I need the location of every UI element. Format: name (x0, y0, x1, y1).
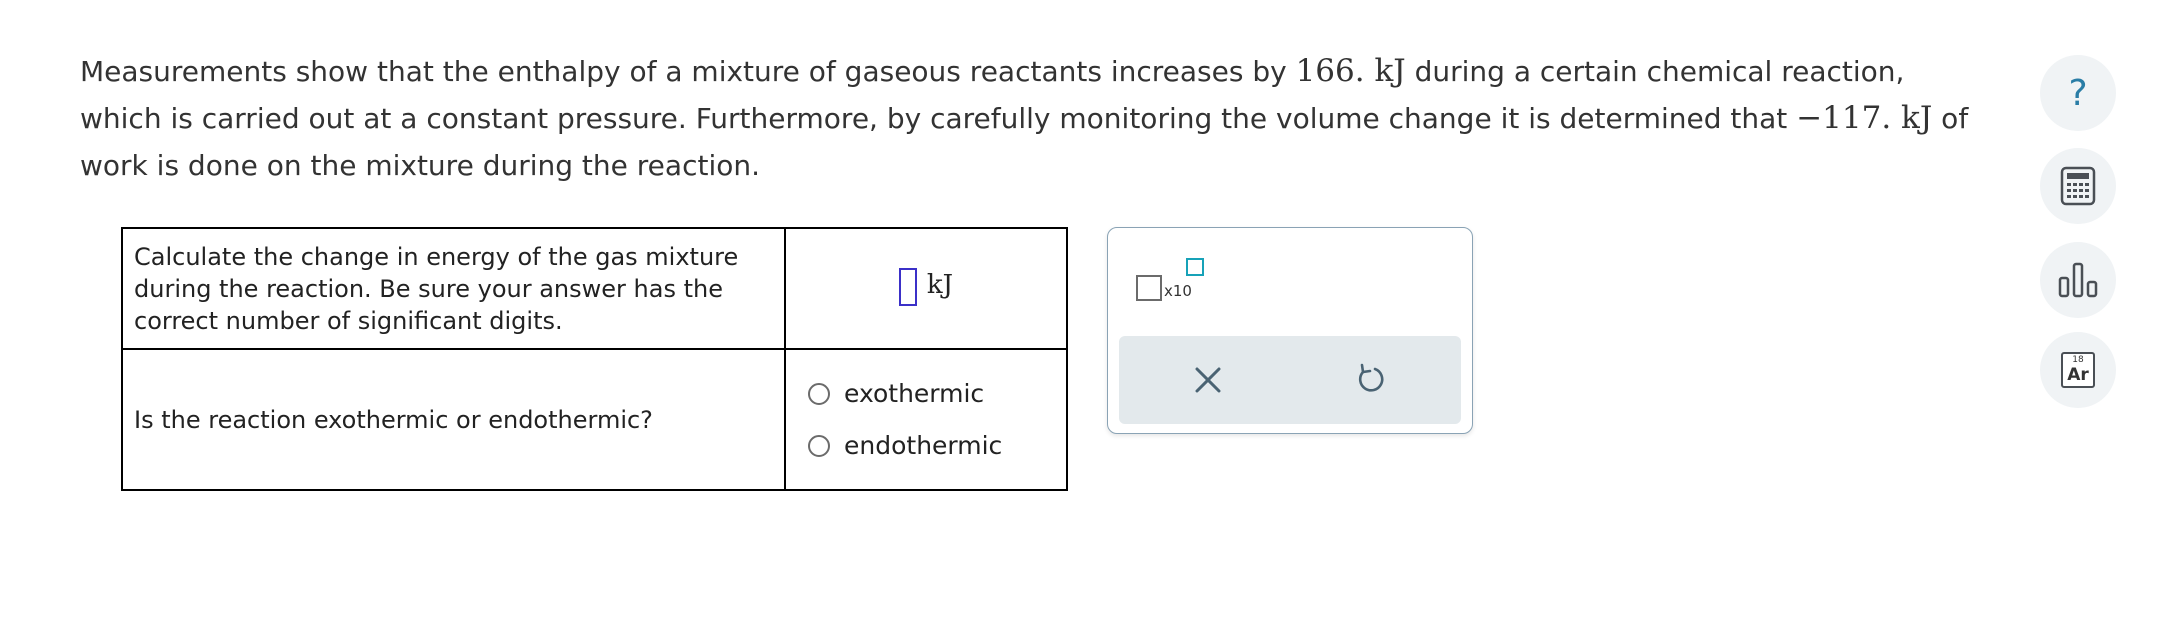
option-exothermic[interactable]: exothermic (786, 368, 1066, 420)
work-value: −117. (1796, 100, 1892, 136)
option-endothermic[interactable]: endothermic (786, 420, 1066, 472)
sci-exponent-box-icon (1186, 258, 1204, 276)
thermicity-question-text: Is the reaction exothermic or endothermi… (121, 348, 786, 491)
close-icon (1195, 367, 1221, 393)
sci-times-label: x10 (1164, 282, 1192, 300)
enthalpy-unit: kJ (1364, 53, 1406, 89)
question-table: Calculate the change in energy of the ga… (121, 227, 1068, 491)
work-unit: kJ (1891, 100, 1933, 136)
exothermic-radio[interactable] (808, 382, 830, 405)
endothermic-radio[interactable] (808, 434, 830, 457)
energy-answer-group: kJ (898, 267, 954, 306)
periodic-atomic-number: 18 (2072, 355, 2084, 365)
energy-unit-label: kJ (926, 269, 954, 300)
help-icon: ? (2068, 72, 2088, 114)
undo-button[interactable] (1351, 360, 1391, 400)
help-button[interactable]: ? (2040, 55, 2116, 131)
exothermic-label: exothermic (844, 379, 985, 408)
calculator-button[interactable] (2040, 148, 2116, 224)
undo-icon (1358, 363, 1384, 392)
scientific-notation-button[interactable]: x10 (1136, 258, 1206, 308)
prompt-text-1: Measurements show that the enthalpy of a… (80, 55, 1296, 88)
periodic-table-button[interactable]: 18 Ar (2040, 332, 2116, 408)
clear-button[interactable] (1188, 360, 1228, 400)
answer-tool-panel: x10 (1107, 227, 1473, 434)
sci-base-box-icon (1136, 275, 1162, 301)
energy-question-text: Calculate the change in energy of the ga… (121, 227, 786, 350)
bar-chart-icon (2058, 262, 2098, 298)
data-chart-button[interactable] (2040, 242, 2116, 318)
question-row-thermicity: Is the reaction exothermic or endothermi… (121, 348, 1068, 491)
periodic-element-symbol: Ar (2067, 365, 2089, 385)
enthalpy-value: 166. (1295, 53, 1365, 89)
energy-answer-input[interactable] (898, 267, 917, 306)
periodic-table-icon: 18 Ar (2061, 352, 2095, 388)
calculator-icon (2060, 166, 2096, 206)
energy-answer-cell: kJ (784, 227, 1068, 350)
tool-action-bar (1119, 336, 1461, 424)
thermicity-options-cell: exothermic endothermic (784, 348, 1068, 491)
question-row-energy: Calculate the change in energy of the ga… (121, 227, 1068, 350)
problem-statement: Measurements show that the enthalpy of a… (80, 48, 1980, 189)
endothermic-label: endothermic (844, 431, 1003, 460)
